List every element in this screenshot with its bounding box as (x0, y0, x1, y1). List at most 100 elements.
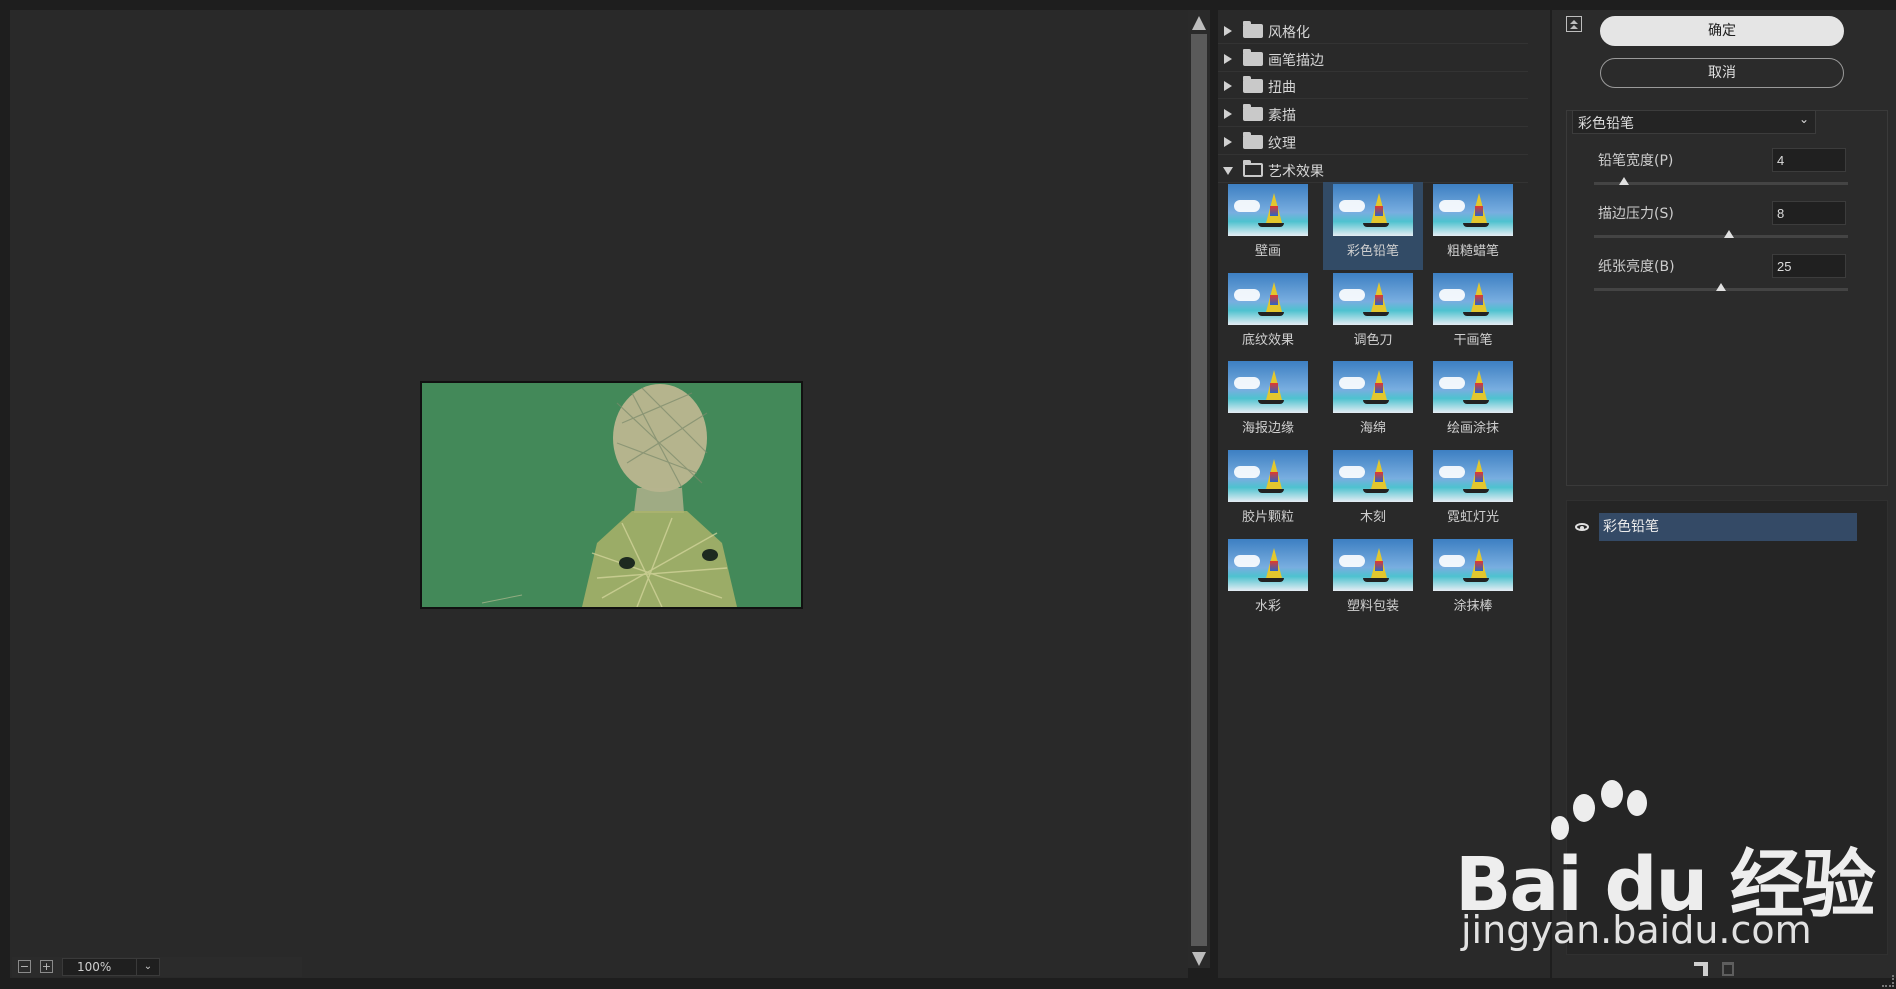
filter-thumbnail[interactable]: 调色刀 (1323, 271, 1423, 359)
expand-triangle-icon[interactable] (1224, 81, 1232, 91)
filter-thumbnail-label: 底纹效果 (1241, 333, 1294, 348)
pencil-width-input[interactable] (1772, 148, 1846, 172)
filter-thumbnail[interactable]: 彩色铅笔 (1323, 182, 1423, 270)
filter-preview-image (1333, 450, 1413, 502)
filter-select[interactable]: 彩色铅笔 ⌄ (1572, 110, 1816, 134)
layer-name[interactable]: 彩色铅笔 (1599, 513, 1857, 541)
paper-brightness-input[interactable] (1772, 254, 1846, 278)
cancel-button[interactable]: 取消 (1600, 58, 1844, 88)
category-sketch[interactable]: 素描 (1218, 101, 1528, 127)
thumbnail-hull (1463, 312, 1489, 316)
thumbnail-sail2 (1475, 295, 1483, 305)
thumbnail-sail2 (1475, 472, 1483, 482)
filter-thumbnail-label: 壁画 (1254, 244, 1281, 259)
filter-thumbnail[interactable]: 海报边缘 (1218, 359, 1318, 447)
pencil-width-label: 铅笔宽度(P) (1598, 153, 1674, 169)
category-stylize[interactable]: 风格化 (1218, 18, 1528, 44)
chevron-down-icon: ⌄ (136, 959, 159, 975)
paper-brightness-slider[interactable] (1594, 283, 1848, 291)
effect-layer-row[interactable]: 彩色铅笔 (1567, 513, 1857, 541)
thumbnail-cloud (1439, 466, 1465, 478)
zoom-in-button[interactable]: + (40, 960, 53, 973)
filter-preview-image (1228, 539, 1308, 591)
preview-image[interactable] (420, 381, 803, 609)
category-distort[interactable]: 扭曲 (1218, 73, 1528, 99)
vertical-scrollbar[interactable] (1188, 10, 1210, 968)
category-artistic[interactable]: 艺术效果 (1218, 157, 1528, 183)
expand-triangle-icon[interactable] (1224, 109, 1232, 119)
filter-thumbnail-label: 霓虹灯光 (1446, 510, 1499, 525)
thumbnail-hull (1258, 489, 1284, 493)
paper-brightness-label: 纸张亮度(B) (1598, 259, 1675, 275)
folder-icon (1243, 104, 1263, 121)
chevron-down-icon: ⌄ (1798, 112, 1809, 126)
pencil-width-slider[interactable] (1594, 177, 1848, 185)
filter-thumbnail[interactable]: 木刻 (1323, 448, 1423, 536)
thumbnail-hull (1258, 400, 1284, 404)
expand-triangle-icon[interactable] (1224, 54, 1232, 64)
thumbnail-hull (1363, 400, 1389, 404)
filter-thumbnail[interactable]: 绘画涂抹 (1423, 359, 1523, 447)
thumbnail-sail2 (1270, 472, 1278, 482)
filter-thumbnail[interactable]: 胶片颗粒 (1218, 448, 1318, 536)
scroll-up-arrow-icon[interactable] (1192, 16, 1206, 30)
filter-thumbnail-label: 水彩 (1254, 599, 1281, 614)
filter-thumbnail[interactable]: 海绵 (1323, 359, 1423, 447)
filter-thumbnail-label: 塑料包装 (1346, 599, 1399, 614)
filter-preview-image (1333, 361, 1413, 413)
category-label: 素描 (1268, 108, 1296, 124)
stroke-pressure-input[interactable] (1772, 201, 1846, 225)
category-label: 画笔描边 (1268, 53, 1324, 69)
filter-preview-image (1433, 273, 1513, 325)
filter-preview-image (1333, 539, 1413, 591)
preview-canvas[interactable]: − + 100% ⌄ (10, 10, 1188, 978)
filter-thumbnail-label: 调色刀 (1353, 333, 1393, 348)
zoom-value: 100% (77, 960, 112, 974)
filter-thumbnail[interactable]: 粗糙蜡笔 (1423, 182, 1523, 270)
filter-thumbnail[interactable]: 塑料包装 (1323, 537, 1423, 625)
zoom-out-button[interactable]: − (18, 960, 31, 973)
category-label: 纹理 (1268, 136, 1296, 152)
slider-thumb[interactable] (1716, 283, 1726, 291)
slider-thumb[interactable] (1723, 230, 1734, 238)
ok-button[interactable]: 确定 (1600, 16, 1844, 46)
category-texture[interactable]: 纹理 (1218, 129, 1528, 155)
filter-thumbnail[interactable]: 水彩 (1218, 537, 1318, 625)
thumbnail-cloud (1234, 555, 1260, 567)
category-brush-strokes[interactable]: 画笔描边 (1218, 46, 1528, 72)
filter-thumbnail-label: 粗糙蜡笔 (1446, 244, 1499, 259)
scroll-down-arrow-icon[interactable] (1192, 952, 1206, 966)
thumbnail-hull (1258, 223, 1284, 227)
thumbnail-cloud (1439, 200, 1465, 212)
stroke-pressure-slider[interactable] (1594, 230, 1848, 238)
thumbnail-hull (1463, 223, 1489, 227)
new-effect-layer-icon[interactable] (1694, 962, 1710, 976)
thumbnail-cloud (1439, 377, 1465, 389)
collapse-triangle-icon[interactable] (1223, 167, 1233, 175)
filter-thumbnail[interactable]: 壁画 (1218, 182, 1318, 270)
thumbnail-cloud (1339, 555, 1365, 567)
filter-thumbnail-label: 胶片颗粒 (1241, 510, 1294, 525)
filter-thumbnail-label: 木刻 (1359, 510, 1386, 525)
scroll-thumb[interactable] (1191, 34, 1207, 946)
thumbnail-hull (1363, 223, 1389, 227)
thumbnail-sail2 (1375, 383, 1383, 393)
eye-icon[interactable] (1575, 523, 1589, 531)
filter-thumbnail[interactable]: 干画笔 (1423, 271, 1523, 359)
filter-thumbnail[interactable]: 底纹效果 (1218, 271, 1318, 359)
expand-triangle-icon[interactable] (1224, 26, 1232, 36)
collapse-panel-icon[interactable] (1566, 16, 1582, 32)
filter-thumbnail-label: 绘画涂抹 (1446, 421, 1499, 436)
thumbnail-sail2 (1375, 206, 1383, 216)
trash-icon[interactable] (1722, 962, 1734, 976)
thumbnail-cloud (1339, 466, 1365, 478)
expand-triangle-icon[interactable] (1224, 137, 1232, 147)
filter-thumbnail[interactable]: 涂抹棒 (1423, 537, 1523, 625)
thumbnail-hull (1363, 489, 1389, 493)
zoom-select[interactable]: 100% ⌄ (62, 958, 160, 976)
filter-thumbnail[interactable]: 霓虹灯光 (1423, 448, 1523, 536)
filter-thumbnail-label: 海报边缘 (1241, 421, 1294, 436)
resize-grip-icon[interactable] (1882, 975, 1894, 987)
filter-preview-image (1433, 361, 1513, 413)
slider-thumb[interactable] (1619, 177, 1630, 185)
